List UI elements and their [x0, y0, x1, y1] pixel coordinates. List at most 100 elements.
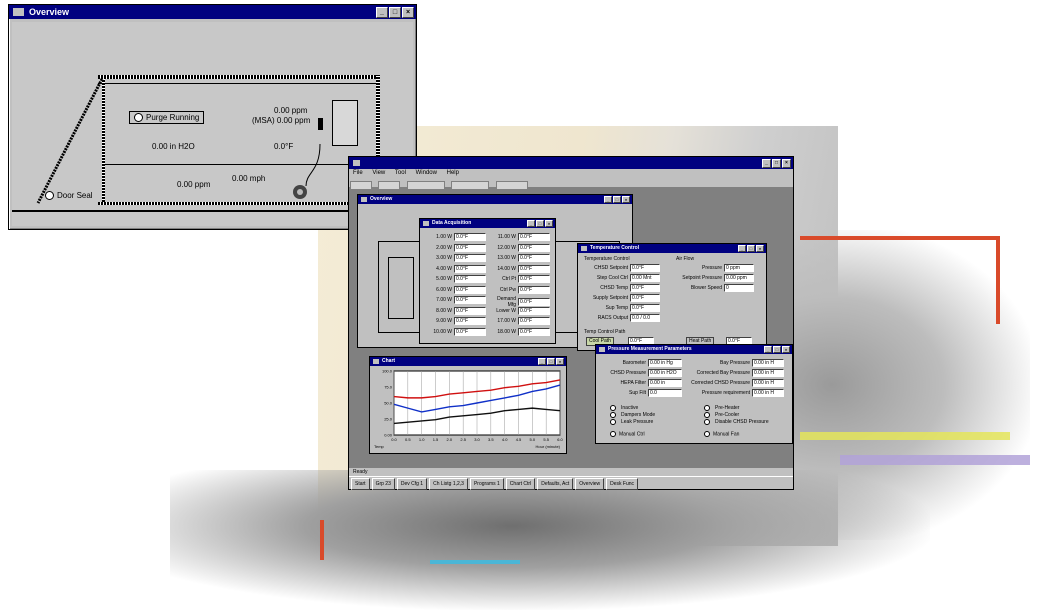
maximize-button[interactable]: □ [773, 346, 781, 353]
menu-help[interactable]: Help [447, 170, 459, 176]
pressure-option[interactable]: Pre-Cooler [704, 412, 739, 418]
purge-running-button[interactable]: Purge Running [129, 111, 205, 125]
toolbar-tab-5[interactable] [495, 181, 528, 190]
manual-ctrl-option[interactable]: Manual Ctrl [610, 431, 645, 437]
pressure-field-label: Corrected Bay Pressure [696, 370, 750, 376]
maximize-button[interactable]: □ [613, 196, 621, 203]
temperature-field-value[interactable]: 0.0°F [630, 294, 660, 302]
maximize-button[interactable]: □ [547, 358, 555, 365]
pressure-option[interactable]: Leak Pressure [610, 419, 653, 425]
pressure-option[interactable]: Inactive [610, 405, 638, 411]
overview-title-bar[interactable]: Overview _ □ × [9, 5, 416, 19]
data-row-value[interactable]: 0.0°F [518, 264, 550, 273]
close-button[interactable]: × [556, 358, 564, 365]
menu-file[interactable]: File [353, 170, 363, 176]
temperature-field-value[interactable]: 0.0°F [630, 284, 660, 292]
temperature-control-title-bar[interactable]: Temperature Control _ □ × [578, 244, 766, 253]
data-row-value[interactable]: 0.0°F [454, 254, 486, 262]
data-row-value[interactable]: 0.0°F [518, 298, 550, 306]
menu-window[interactable]: Window [416, 170, 437, 176]
temperature-field-value[interactable]: 0.0 / 0.0 [630, 314, 660, 322]
pressure-title-bar[interactable]: Pressure Measurement Parameters _ □ × [596, 345, 792, 354]
maximize-button[interactable]: □ [747, 245, 755, 252]
menu-tool[interactable]: Tool [395, 170, 406, 176]
chart-title-bar[interactable]: Chart _ □ × [370, 357, 566, 366]
toolbar-tab-4[interactable] [451, 181, 490, 190]
app-maximize-button[interactable]: □ [772, 159, 781, 168]
air-flow-field-value[interactable]: 0 [724, 284, 754, 292]
taskbar-button[interactable]: Chart Ctrl [505, 478, 536, 490]
pressure-field-value[interactable]: 0.00 in H2O [648, 369, 682, 377]
data-row-value[interactable]: 0.0°F [518, 243, 550, 252]
data-row-value[interactable]: 0.0°F [518, 327, 550, 336]
toolbar-tab-1[interactable] [350, 181, 372, 190]
pressure-option[interactable]: Dampers Mode [610, 412, 655, 418]
pressure-field-value[interactable]: 0.00 in H [752, 359, 784, 367]
data-row-value[interactable]: 0.0°F [454, 296, 486, 304]
air-flow-field-row: Setpoint Pressure 0.00 ppm [676, 274, 754, 282]
data-row-value[interactable]: 0.0°F [518, 285, 550, 294]
manual-fan-option[interactable]: Manual Fan [704, 431, 739, 437]
app-title-bar[interactable]: _ □ × [349, 157, 793, 169]
maximize-button[interactable]: □ [389, 7, 401, 18]
pressure-field-value[interactable]: 0.00 in H [752, 369, 784, 377]
data-row-value[interactable]: 0.0°F [518, 275, 550, 283]
data-row-value[interactable]: 0.0°F [454, 264, 486, 273]
app-close-button[interactable]: × [782, 159, 791, 168]
temperature-field-value[interactable]: 0.0°F [630, 304, 660, 312]
pressure-field-value[interactable]: 0.00 in H [752, 389, 784, 397]
close-button[interactable]: × [622, 196, 630, 203]
air-flow-field-value[interactable]: 0.00 ppm [724, 274, 754, 282]
pressure-field-value[interactable]: 0.00 in [648, 379, 682, 387]
data-row-value[interactable]: 0.0°F [518, 317, 550, 325]
data-acquisition-subwindow: Data Acquisition _ □ × 1.00 W 0.0°F 11.00 W0… [419, 218, 556, 344]
door-seal-button[interactable]: Door Seal [41, 190, 97, 201]
close-button[interactable]: × [545, 220, 553, 227]
app-minimize-button[interactable]: _ [762, 159, 771, 168]
close-button[interactable]: × [782, 346, 790, 353]
window-icon[interactable] [13, 8, 24, 16]
data-row-value[interactable]: 0.0°F [518, 306, 550, 315]
air-flow-field-value[interactable]: 0 ppm [724, 264, 754, 272]
menu-view[interactable]: View [372, 170, 385, 176]
taskbar-button[interactable]: Ch Listg 1,2,3 [429, 478, 468, 490]
minimize-button[interactable]: _ [604, 196, 612, 203]
minimize-button[interactable]: _ [376, 7, 388, 18]
taskbar-button[interactable]: Dev Cfg 1 [396, 478, 428, 490]
overview-subwindow-title-bar[interactable]: Overview _ □ × [358, 195, 632, 204]
taskbar-button[interactable]: Desk Func [606, 478, 639, 490]
taskbar-button[interactable]: Overview [575, 478, 605, 490]
pressure-field-value[interactable]: 0.00 in H [752, 379, 784, 387]
pressure-option[interactable]: Disable CHSD Pressure [704, 419, 769, 425]
data-row-value[interactable]: 0.0°F [518, 254, 550, 262]
taskbar-button[interactable]: Programs 1 [469, 478, 504, 490]
data-row-value[interactable]: 0.0°F [454, 275, 486, 283]
taskbar-button[interactable]: Grp 23 [371, 478, 395, 490]
taskbar-button[interactable]: Defaults, Act [537, 478, 574, 490]
pressure-option[interactable]: Pre-Heater [704, 405, 739, 411]
toolbar-tab-3[interactable] [406, 181, 445, 190]
maximize-button[interactable]: □ [536, 220, 544, 227]
data-row-value[interactable]: 0.0°F [454, 317, 486, 325]
toolbar-tab-2[interactable] [378, 181, 401, 190]
close-button[interactable]: × [402, 7, 414, 18]
minimize-button[interactable]: _ [527, 220, 535, 227]
data-row-value[interactable]: 0.0°F [454, 233, 486, 241]
data-row: 8.00 W 0.0°F [424, 306, 486, 315]
data-row-value[interactable]: 0.0°F [454, 243, 486, 252]
start-button[interactable]: Start [351, 478, 370, 490]
close-button[interactable]: × [756, 245, 764, 252]
data-row-label: 2.00 W [436, 244, 452, 251]
data-row-value[interactable]: 0.0°F [454, 306, 486, 315]
pressure-field-value[interactable]: 0.00 in Hg [648, 359, 682, 367]
temperature-field-value[interactable]: 0.0°F [630, 264, 660, 272]
minimize-button[interactable]: _ [538, 358, 546, 365]
minimize-button[interactable]: _ [738, 245, 746, 252]
data-row-value[interactable]: 0.0°F [454, 327, 486, 336]
data-row-value[interactable]: 0.0°F [454, 285, 486, 294]
pressure-field-value[interactable]: 0.0 [648, 389, 682, 397]
data-row-value[interactable]: 0.0°F [518, 233, 550, 241]
temperature-field-value[interactable]: 0.00 Mnt [630, 274, 660, 282]
minimize-button[interactable]: _ [764, 346, 772, 353]
data-acquisition-title-bar[interactable]: Data Acquisition _ □ × [420, 219, 555, 228]
